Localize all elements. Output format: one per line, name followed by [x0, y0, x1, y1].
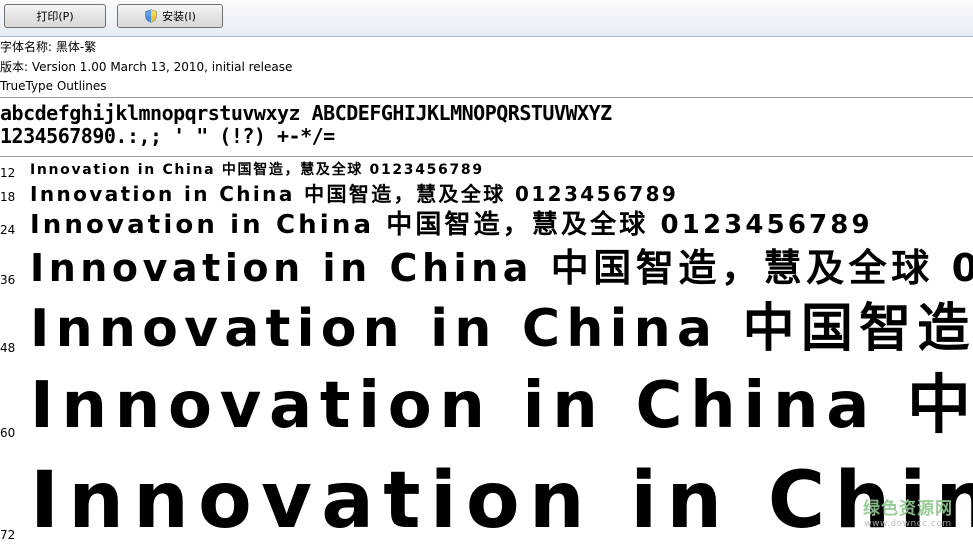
sample-row-18: 18 Innovation in China 中国智造，慧及全球 0123456…	[0, 182, 973, 210]
sample-size-label: 48	[0, 341, 16, 355]
divider	[0, 156, 973, 157]
sample-size-label: 24	[0, 223, 16, 237]
sample-row-12: 12 Innovation in China 中国智造，慧及全球 0123456…	[0, 160, 973, 182]
sample-text: Innovation in China 中国智造，慧及全球 0123456789	[30, 246, 973, 290]
sample-text: Innovation in China 中国智造，慧及全球 0123456789	[30, 299, 973, 359]
charset-letters: abcdefghijklmnopqrstuvwxyz ABCDEFGHIJKLM…	[0, 102, 612, 125]
install-button-label: 安装(I)	[162, 10, 196, 23]
watermark-url: www.downcc.com	[864, 519, 952, 529]
sample-size-label: 72	[0, 528, 16, 542]
sample-size-label: 12	[0, 166, 16, 180]
sample-size-label: 36	[0, 273, 16, 287]
font-outline-type-text: TrueType Outlines	[0, 79, 107, 93]
sample-row-72: 72 Innovation in China 中国智造，慧及全球 0123456…	[0, 452, 973, 547]
charset-digits-symbols: 1234567890.:,; ' " (!?) +-*/=	[0, 124, 335, 148]
sample-text: Innovation in China 中国智造，慧及全球 0123456789	[30, 210, 873, 240]
font-name-text: 字体名称: 黑体-繁	[0, 40, 97, 54]
character-set-preview: abcdefghijklmnopqrstuvwxyz ABCDEFGHIJKLM…	[0, 102, 973, 148]
sample-text: Innovation in China 中国智造，慧及全球 0123456789	[30, 369, 973, 443]
install-button[interactable]: 安装(I)	[117, 4, 223, 28]
print-button[interactable]: 打印(P)	[4, 4, 106, 28]
sample-size-label: 60	[0, 426, 16, 440]
uac-shield-icon	[145, 9, 157, 23]
sample-row-48: 48 Innovation in China 中国智造，慧及全球 0123456…	[0, 298, 973, 368]
sample-text: Innovation in China 中国智造，慧及全球 0123456789	[30, 456, 973, 546]
sample-size-label: 18	[0, 190, 16, 204]
font-version-text: 版本: Version 1.00 March 13, 2010, initial…	[0, 59, 293, 74]
print-button-label: 打印(P)	[36, 10, 74, 23]
sample-text: Innovation in China 中国智造，慧及全球 0123456789	[30, 182, 679, 206]
font-viewer-window: 打印(P) 安装(I) 字体名称: 黑体-繁 版本: Version 1.00 …	[0, 0, 973, 547]
font-info: 字体名称: 黑体-繁 版本: Version 1.00 March 13, 20…	[0, 38, 973, 97]
sample-text: Innovation in China 中国智造，慧及全球 0123456789	[30, 162, 484, 178]
watermark-title: 绿色资源网	[863, 499, 953, 519]
divider	[0, 97, 973, 98]
sample-row-36: 36 Innovation in China 中国智造，慧及全球 0123456…	[0, 246, 973, 298]
sample-row-24: 24 Innovation in China 中国智造，慧及全球 0123456…	[0, 210, 973, 246]
site-watermark: 绿色资源网 www.downcc.com	[863, 494, 953, 529]
sample-row-60: 60 Innovation in China 中国智造，慧及全球 0123456…	[0, 368, 973, 452]
toolbar: 打印(P) 安装(I)	[0, 0, 973, 37]
